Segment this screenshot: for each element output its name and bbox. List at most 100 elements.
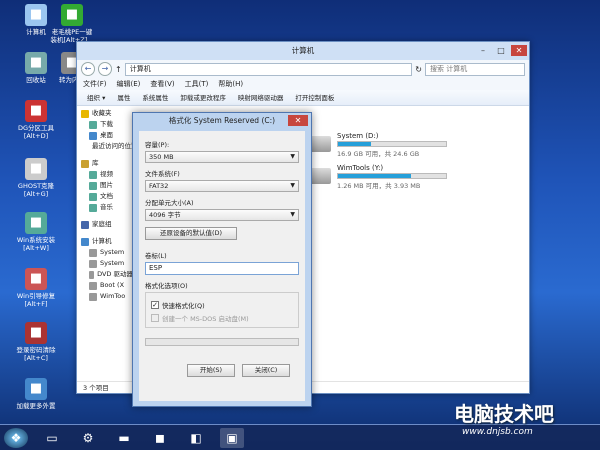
- minimize-button[interactable]: –: [475, 45, 491, 56]
- desktop-icon[interactable]: ■ GHOST克隆 [Alt+G]: [8, 158, 64, 198]
- search-input[interactable]: 搜索 计算机: [425, 62, 525, 76]
- desktop-icon[interactable]: ■ Win引导修复 [Alt+F]: [8, 268, 64, 308]
- nav-item[interactable]: System: [77, 247, 133, 258]
- nav-item-label: 收藏夹: [92, 109, 112, 117]
- maximize-button[interactable]: □: [493, 45, 509, 56]
- nav-item[interactable]: 计算机: [77, 236, 133, 247]
- drive-usage-bar: [337, 141, 447, 147]
- capacity-value: 350 MB: [149, 153, 174, 161]
- msdos-label: 创建一个 MS-DOS 启动盘(M): [162, 315, 249, 323]
- dialog-body: 容量(P): 350 MB ▼ 文件系统(F) FAT32 ▼ 分配单元大小(A) …: [139, 131, 305, 401]
- start-orb-icon[interactable]: ❖: [4, 428, 28, 448]
- desktop-icon[interactable]: ■ 加载更多外置: [8, 378, 64, 410]
- quick-format-checkbox[interactable]: ✓ 快速格式化(Q): [151, 300, 293, 310]
- quick-format-label: 快速格式化(Q): [162, 302, 205, 310]
- chevron-down-icon: ▼: [290, 182, 295, 189]
- address-row: ← → ↑ 计算机 ↻ 搜索 计算机: [77, 60, 529, 78]
- address-bar[interactable]: 计算机: [124, 62, 413, 76]
- toolbar-button[interactable]: 映射网络驱动器: [238, 90, 284, 105]
- up-button[interactable]: ↑: [115, 65, 122, 74]
- nav-item[interactable]: 家庭组: [77, 219, 133, 230]
- drive-usage-fill: [338, 142, 372, 146]
- taskbar-app-icon[interactable]: ◧: [184, 428, 208, 448]
- nav-item[interactable]: WimToo: [77, 291, 133, 302]
- dialog-close-button[interactable]: ✕: [288, 115, 308, 126]
- forward-button[interactable]: →: [98, 62, 112, 76]
- taskbar-tool-icon[interactable]: ⚙: [76, 428, 100, 448]
- back-button[interactable]: ←: [81, 62, 95, 76]
- boot-repair-icon: ■: [25, 268, 47, 290]
- nav-item-label: 计算机: [92, 237, 112, 245]
- taskbar-explorer-icon[interactable]: ▭: [40, 428, 64, 448]
- nav-item[interactable]: 收藏夹: [77, 108, 133, 119]
- desktop-icon-label: DG分区工具 [Alt+D]: [17, 124, 55, 140]
- nav-item[interactable]: System: [77, 258, 133, 269]
- nav-item[interactable]: 文档: [77, 191, 133, 202]
- close-button[interactable]: ✕: [511, 45, 527, 56]
- format-dialog: 格式化 System Reserved (C:) ✕ 容量(P): 350 MB…: [132, 112, 312, 407]
- navigation-pane: 收藏夹下载 桌面 最近访问的位置库视频 图片 文档音乐家庭组计算机 System Syste…: [77, 108, 133, 378]
- menu-item[interactable]: 查看(V): [150, 78, 174, 90]
- volume-label-input[interactable]: ESP: [145, 262, 299, 275]
- nav-item-icon: [89, 281, 97, 290]
- restore-defaults-button[interactable]: 还原设备的默认值(D): [145, 227, 237, 240]
- nav-item[interactable]: 桌面: [77, 130, 133, 141]
- nav-item-icon: [89, 248, 97, 257]
- nav-item[interactable]: Boot (X: [77, 280, 133, 291]
- toolbar-button[interactable]: 属性: [117, 90, 130, 105]
- chevron-down-icon: ▼: [290, 153, 295, 160]
- toolbar-button[interactable]: 组织 ▾: [87, 90, 105, 105]
- toolbar-button[interactable]: 系统属性: [142, 90, 168, 105]
- nav-item-icon: [81, 109, 89, 118]
- nav-item-label: 文档: [100, 192, 113, 200]
- menu-item[interactable]: 帮助(H): [218, 78, 243, 90]
- filesystem-select[interactable]: FAT32 ▼: [145, 180, 299, 192]
- nav-item[interactable]: 音乐: [77, 202, 133, 213]
- desktop-icon[interactable]: ■ 老毛桃PE一键 装机[Alt+Z]...: [44, 4, 100, 44]
- menu-item[interactable]: 工具(T): [185, 78, 209, 90]
- menu-item[interactable]: 编辑(E): [117, 78, 141, 90]
- allocation-value: 4096 字节: [149, 211, 181, 219]
- taskbar-disk-icon[interactable]: ◼: [148, 428, 172, 448]
- win-install-icon: ■: [25, 212, 47, 234]
- filesystem-value: FAT32: [149, 182, 169, 190]
- nav-item-label: 库: [92, 159, 99, 167]
- load-more-icon: ■: [25, 378, 47, 400]
- nav-item-icon: [81, 159, 89, 168]
- nav-item[interactable]: 库: [77, 158, 133, 169]
- taskbar-computer-icon[interactable]: ▣: [220, 428, 244, 448]
- nav-item-icon: [89, 259, 97, 268]
- msdos-checkbox: 创建一个 MS-DOS 启动盘(M): [151, 313, 293, 323]
- dialog-title: 格式化 System Reserved (C:): [168, 116, 276, 125]
- desktop-icon[interactable]: ■ 登录密码清除 [Alt+C]: [8, 322, 64, 362]
- watermark-url: www.dnjsb.com: [462, 427, 533, 437]
- menu-item[interactable]: 文件(F): [83, 78, 107, 90]
- desktop-icon[interactable]: ■ Win系统安装 [Alt+W]: [8, 212, 64, 252]
- command-bar: 组织 ▾ 属性 系统属性 卸载或更改程序 映射网络驱动器 打开控制面板: [77, 90, 529, 106]
- nav-item[interactable]: 图片: [77, 180, 133, 191]
- close-dialog-button[interactable]: 关闭(C): [242, 364, 290, 377]
- nav-item[interactable]: DVD 驱动器: [77, 269, 133, 280]
- taskbar-drive-icon[interactable]: ▬: [112, 428, 136, 448]
- drive-tile[interactable]: WimTools (Y:) 1.26 MB 可用，共 3.93 MB: [307, 164, 447, 190]
- nav-item[interactable]: 最近访问的位置: [77, 141, 133, 152]
- nav-item-icon: [89, 181, 97, 190]
- refresh-icon[interactable]: ↻: [415, 65, 422, 74]
- drive-tile[interactable]: System (D:) 16.9 GB 可用，共 24.6 GB: [307, 132, 447, 158]
- nav-item[interactable]: 下载: [77, 119, 133, 130]
- toolbar-button[interactable]: 打开控制面板: [295, 90, 334, 105]
- desktop-icon-label: 加载更多外置: [16, 402, 56, 410]
- toolbar-button[interactable]: 卸载或更改程序: [180, 90, 226, 105]
- desktop-icon[interactable]: ■ DG分区工具 [Alt+D]: [8, 100, 64, 140]
- dialog-titlebar: 格式化 System Reserved (C:) ✕: [133, 113, 311, 129]
- start-button[interactable]: 开始(S): [187, 364, 235, 377]
- allocation-select[interactable]: 4096 字节 ▼: [145, 209, 299, 221]
- explorer-titlebar: 计算机 – □ ✕: [77, 42, 529, 60]
- drive-usage-bar: [337, 173, 447, 179]
- capacity-select[interactable]: 350 MB ▼: [145, 151, 299, 163]
- nav-item[interactable]: 视频: [77, 169, 133, 180]
- ghost-icon: ■: [25, 158, 47, 180]
- allocation-label: 分配单元大小(A): [145, 199, 194, 207]
- options-label: 格式化选项(O): [145, 282, 188, 290]
- nav-item-label: 音乐: [100, 203, 113, 211]
